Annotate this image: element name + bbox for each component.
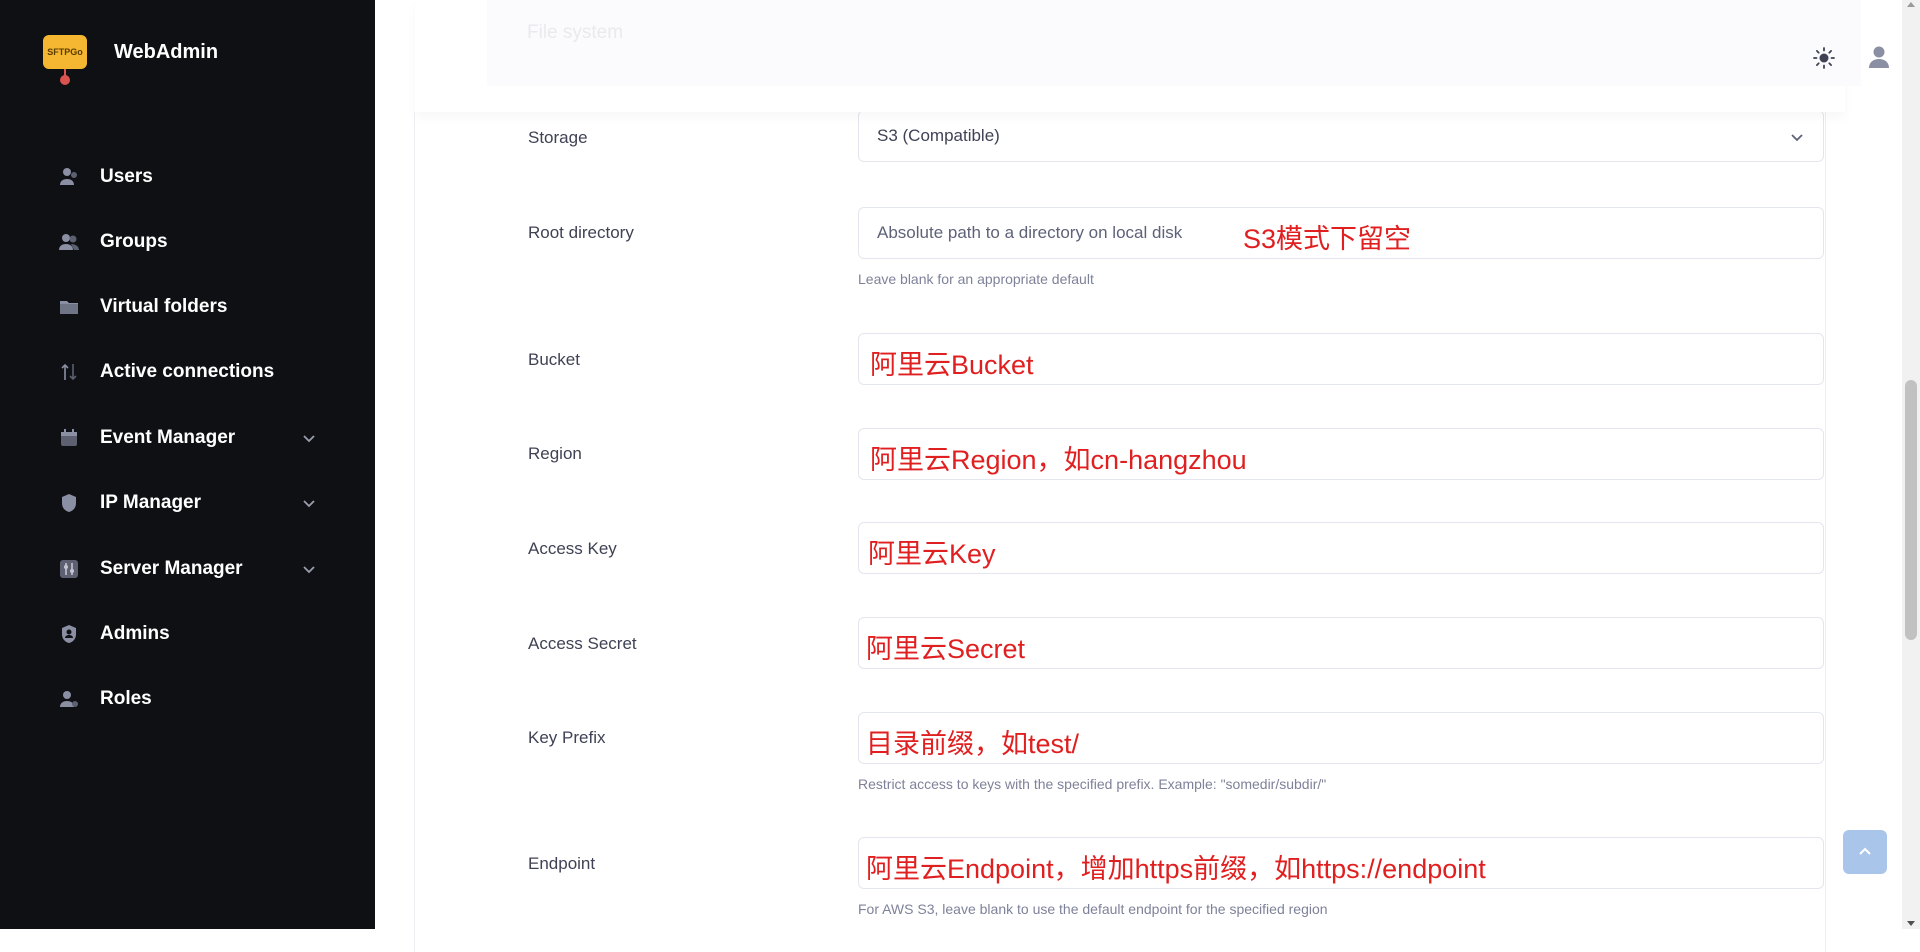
- scroll-up-arrow-icon[interactable]: [1907, 2, 1915, 7]
- groups-icon: [57, 230, 81, 254]
- shield-icon: [57, 491, 81, 515]
- brand[interactable]: SFTPGo WebAdmin: [43, 35, 219, 85]
- sidebar-item-label: IP Manager: [100, 492, 202, 513]
- chevron-down-icon: [1791, 134, 1803, 142]
- root-directory-annotation: S3模式下留空: [1243, 224, 1412, 254]
- main-content: File system Storage S3 (Compatible) Root…: [375, 0, 1900, 952]
- key-prefix-annotation: 目录前缀，如test/: [866, 729, 1080, 759]
- access-secret-input[interactable]: 阿里云Secret: [858, 617, 1824, 669]
- region-input[interactable]: 阿里云Region，如cn-hangzhou: [858, 428, 1824, 480]
- user-role-icon: [57, 687, 81, 711]
- sidebar-item-users[interactable]: Users: [57, 157, 317, 197]
- key-prefix-help: Restrict access to keys with the specifi…: [858, 776, 1327, 792]
- arrows-updown-icon: [57, 360, 81, 384]
- root-directory-help: Leave blank for an appropriate default: [858, 271, 1094, 287]
- endpoint-help: For AWS S3, leave blank to use the defau…: [858, 901, 1328, 917]
- sidebar-item-label: Virtual folders: [100, 296, 228, 317]
- arrow-up-icon: [1859, 847, 1871, 855]
- sidebar: SFTPGo WebAdmin Users Groups Virtual fol…: [0, 0, 375, 929]
- sidebar-item-ip-manager[interactable]: IP Manager: [57, 483, 317, 523]
- root-directory-input[interactable]: Absolute path to a directory on local di…: [858, 207, 1824, 259]
- sftpgo-logo: SFTPGo: [43, 35, 87, 85]
- access-key-annotation: 阿里云Key: [868, 539, 996, 569]
- scrollbar-thumb[interactable]: [1905, 380, 1917, 640]
- access-secret-label: Access Secret: [528, 634, 637, 653]
- top-header: File system: [415, 0, 1889, 112]
- sidebar-item-roles[interactable]: Roles: [57, 679, 317, 719]
- sidebar-item-admins[interactable]: Admins: [57, 614, 317, 654]
- filesystem-card: Storage S3 (Compatible) Root directory A…: [414, 110, 1826, 952]
- sidebar-item-label: Users: [100, 166, 153, 187]
- root-directory-placeholder: Absolute path to a directory on local di…: [877, 223, 1183, 242]
- key-prefix-label: Key Prefix: [528, 728, 606, 747]
- storage-select[interactable]: S3 (Compatible): [858, 110, 1824, 162]
- endpoint-label: Endpoint: [528, 854, 596, 873]
- storage-label: Storage: [528, 128, 588, 147]
- scroll-top-button[interactable]: [1843, 830, 1887, 874]
- bucket-label: Bucket: [528, 350, 580, 369]
- storage-select-value: S3 (Compatible): [877, 126, 1000, 145]
- access-key-label: Access Key: [528, 539, 617, 558]
- sidebar-item-label: Groups: [100, 231, 168, 252]
- sidebar-item-label: Server Manager: [100, 558, 243, 579]
- sidebar-item-virtual-folders[interactable]: Virtual folders: [57, 287, 317, 327]
- sidebar-item-label: Active connections: [100, 361, 275, 382]
- region-annotation: 阿里云Region，如cn-hangzhou: [870, 445, 1247, 475]
- scroll-down-arrow-icon[interactable]: [1907, 921, 1915, 926]
- sun-icon[interactable]: [1812, 46, 1836, 70]
- bucket-annotation: 阿里云Bucket: [870, 350, 1034, 380]
- brand-name: WebAdmin: [114, 40, 219, 63]
- shield-user-icon: [57, 622, 81, 646]
- sidebar-item-event-manager[interactable]: Event Manager: [57, 418, 317, 458]
- region-label: Region: [528, 444, 582, 463]
- chevron-down-icon: [303, 566, 315, 574]
- sidebar-item-label: Roles: [100, 688, 152, 709]
- folder-icon: [57, 295, 81, 319]
- user-icon[interactable]: [1864, 42, 1894, 72]
- sidebar-item-label: Event Manager: [100, 427, 236, 448]
- root-directory-label: Root directory: [528, 223, 634, 242]
- card-section-title: File system: [527, 22, 624, 43]
- sidebar-item-groups[interactable]: Groups: [57, 222, 317, 262]
- bucket-input[interactable]: 阿里云Bucket: [858, 333, 1824, 385]
- endpoint-annotation: 阿里云Endpoint，增加https前缀，如https://endpoint: [866, 854, 1486, 884]
- sliders-icon: [57, 557, 81, 581]
- users-icon: [57, 165, 81, 189]
- page-scrollbar[interactable]: [1902, 0, 1920, 929]
- key-prefix-input[interactable]: 目录前缀，如test/: [858, 712, 1824, 764]
- endpoint-input[interactable]: 阿里云Endpoint，增加https前缀，如https://endpoint: [858, 837, 1824, 889]
- sidebar-item-server-manager[interactable]: Server Manager: [57, 549, 317, 589]
- sidebar-item-active-connections[interactable]: Active connections: [57, 352, 317, 392]
- access-secret-annotation: 阿里云Secret: [866, 634, 1026, 664]
- chevron-down-icon: [303, 500, 315, 508]
- calendar-icon: [57, 426, 81, 450]
- chevron-down-icon: [303, 435, 315, 443]
- access-key-input[interactable]: 阿里云Key: [858, 522, 1824, 574]
- sidebar-item-label: Admins: [100, 623, 170, 644]
